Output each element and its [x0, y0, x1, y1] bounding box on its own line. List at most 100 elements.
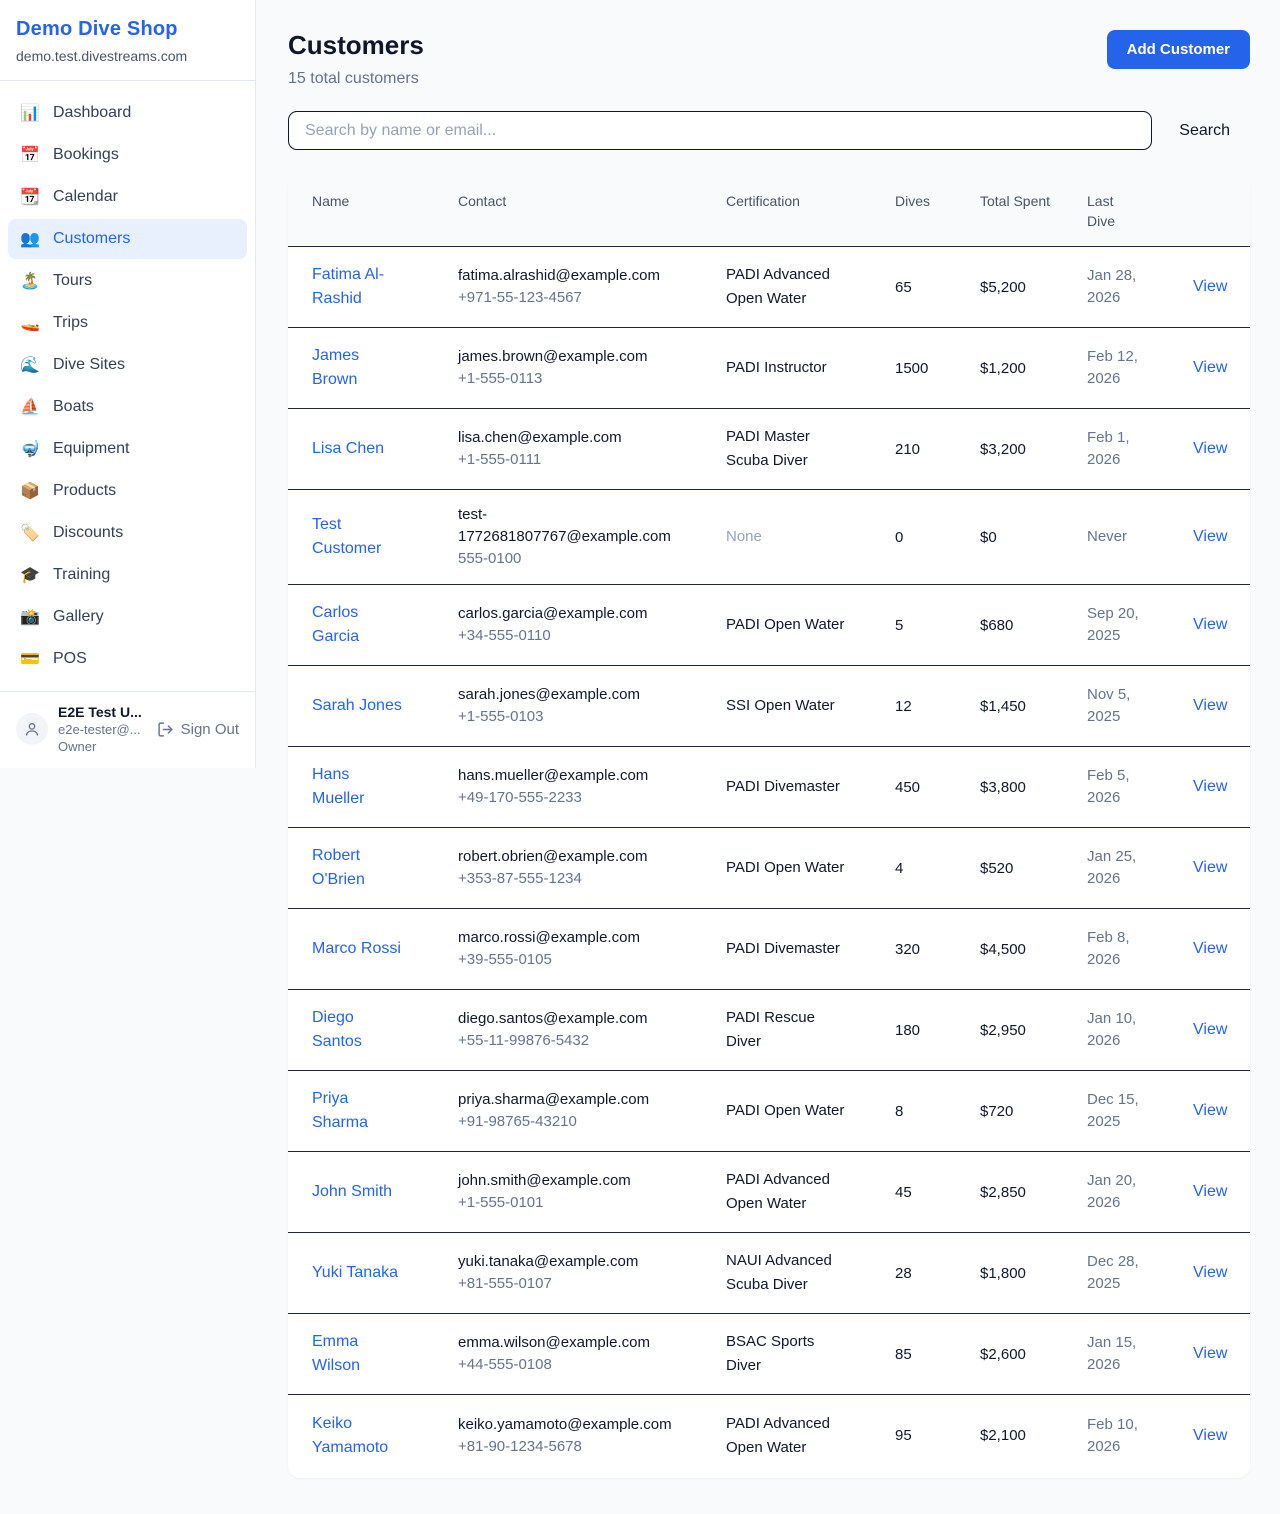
view-customer-link[interactable]: View — [1193, 697, 1227, 714]
add-customer-button[interactable]: Add Customer — [1107, 30, 1250, 69]
customer-phone: +1-555-0111 — [458, 449, 674, 471]
view-customer-link[interactable]: View — [1193, 1021, 1227, 1038]
shop-name: Demo Dive Shop — [16, 18, 239, 41]
sidebar-item-dive-sites[interactable]: 🌊Dive Sites — [8, 345, 247, 385]
customer-total-spent: $2,850 — [980, 1184, 1087, 1201]
sidebar-item-trips[interactable]: 🚤Trips — [8, 303, 247, 343]
sidebar-nav: 📊Dashboard 📅Bookings 📆Calendar 👥Customer… — [0, 81, 255, 691]
user-role: Owner — [58, 739, 147, 754]
customer-name-link[interactable]: Hans Mueller — [312, 763, 458, 811]
customer-email: marco.rossi@example.com — [458, 927, 674, 949]
customer-certification: BSAC Sports Diver — [726, 1330, 895, 1378]
sidebar-item-gallery[interactable]: 📸Gallery — [8, 597, 247, 637]
customer-name-link[interactable]: Diego Santos — [312, 1006, 458, 1054]
customer-name-link[interactable]: Marco Rossi — [312, 937, 458, 961]
sidebar-item-pos[interactable]: 💳POS — [8, 639, 247, 679]
view-customer-link[interactable]: View — [1193, 778, 1227, 795]
column-header-dives: Dives — [895, 191, 980, 211]
view-customer-link[interactable]: View — [1193, 1345, 1227, 1362]
sidebar-item-dashboard[interactable]: 📊Dashboard — [8, 93, 247, 133]
diving-mask-icon: 🤿 — [20, 439, 40, 459]
customer-total-spent: $0 — [980, 529, 1087, 546]
customer-name-link[interactable]: John Smith — [312, 1180, 458, 1204]
page-header: Customers 15 total customers Add Custome… — [288, 30, 1250, 88]
customer-name-link[interactable]: Yuki Tanaka — [312, 1261, 458, 1285]
customer-phone: +81-90-1234-5678 — [458, 1436, 674, 1458]
customer-certification: PADI Advanced Open Water — [726, 263, 895, 311]
table-row: Diego Santos diego.santos@example.com+55… — [288, 990, 1250, 1071]
sign-out-button[interactable]: Sign Out — [157, 721, 239, 738]
customer-dives: 45 — [895, 1184, 980, 1201]
sidebar-item-training[interactable]: 🎓Training — [8, 555, 247, 595]
customer-email: yuki.tanaka@example.com — [458, 1251, 674, 1273]
column-header-last-dive: Last Dive — [1087, 191, 1193, 231]
customer-name-link[interactable]: Priya Sharma — [312, 1087, 458, 1135]
sidebar-item-customers[interactable]: 👥Customers — [8, 219, 247, 259]
sidebar-item-label: Bookings — [53, 146, 119, 164]
customers-table: Name Contact Certification Dives Total S… — [288, 176, 1250, 1478]
sidebar-item-label: Customers — [53, 230, 130, 248]
customer-certification: PADI Rescue Diver — [726, 1006, 895, 1054]
customer-total-spent: $1,450 — [980, 698, 1087, 715]
view-customer-link[interactable]: View — [1193, 528, 1227, 545]
search-button[interactable]: Search — [1179, 122, 1230, 140]
sidebar-item-calendar[interactable]: 📆Calendar — [8, 177, 247, 217]
customer-total-spent: $4,500 — [980, 941, 1087, 958]
customer-last-dive: Feb 8, 2026 — [1087, 927, 1193, 971]
sidebar-item-label: Trips — [53, 314, 88, 332]
customer-name-link[interactable]: James Brown — [312, 344, 458, 392]
view-customer-link[interactable]: View — [1193, 1183, 1227, 1200]
view-customer-link[interactable]: View — [1193, 616, 1227, 633]
view-customer-link[interactable]: View — [1193, 359, 1227, 376]
table-row: Hans Mueller hans.mueller@example.com+49… — [288, 747, 1250, 828]
customer-name-link[interactable]: Test Customer — [312, 513, 458, 561]
customer-name-link[interactable]: Sarah Jones — [312, 694, 458, 718]
customer-dives: 8 — [895, 1103, 980, 1120]
customer-phone: +971-55-123-4567 — [458, 287, 674, 309]
customer-dives: 0 — [895, 529, 980, 546]
avatar — [16, 713, 48, 745]
calendar-icon: 📆 — [20, 187, 40, 207]
customer-total-spent: $1,800 — [980, 1265, 1087, 1282]
sidebar-item-label: Products — [53, 482, 116, 500]
customer-certification: PADI Advanced Open Water — [726, 1412, 895, 1460]
sidebar-header: Demo Dive Shop demo.test.divestreams.com — [0, 0, 255, 81]
view-customer-link[interactable]: View — [1193, 859, 1227, 876]
customer-phone: 555-0100 — [458, 548, 674, 570]
customer-certification: PADI Divemaster — [726, 775, 895, 799]
view-customer-link[interactable]: View — [1193, 278, 1227, 295]
view-customer-link[interactable]: View — [1193, 1264, 1227, 1281]
customer-dives: 210 — [895, 441, 980, 458]
customer-certification: PADI Divemaster — [726, 937, 895, 961]
sidebar-item-discounts[interactable]: 🏷️Discounts — [8, 513, 247, 553]
customer-name-link[interactable]: Robert O'Brien — [312, 844, 458, 892]
sidebar-item-products[interactable]: 📦 Products — [8, 471, 247, 511]
sidebar-item-tours[interactable]: 🏝️Tours — [8, 261, 247, 301]
table-header-row: Name Contact Certification Dives Total S… — [288, 176, 1250, 247]
package-icon: 📦 — [20, 481, 40, 501]
view-customer-link[interactable]: View — [1193, 1102, 1227, 1119]
customer-name-link[interactable]: Carlos Garcia — [312, 601, 458, 649]
sidebar-item-equipment[interactable]: 🤿Equipment — [8, 429, 247, 469]
customer-phone: +39-555-0105 — [458, 949, 674, 971]
view-customer-link[interactable]: View — [1193, 1427, 1227, 1444]
customer-name-link[interactable]: Keiko Yamamoto — [312, 1412, 458, 1460]
sidebar-item-boats[interactable]: ⛵Boats — [8, 387, 247, 427]
customer-total-spent: $520 — [980, 860, 1087, 877]
sign-out-icon — [157, 721, 174, 738]
sidebar-item-bookings[interactable]: 📅Bookings — [8, 135, 247, 175]
customer-name-link[interactable]: Fatima Al-Rashid — [312, 263, 458, 311]
customer-last-dive: Jan 25, 2026 — [1087, 846, 1193, 890]
customer-name-link[interactable]: Emma Wilson — [312, 1330, 458, 1378]
view-customer-link[interactable]: View — [1193, 440, 1227, 457]
customer-email: james.brown@example.com — [458, 346, 674, 368]
customer-email: sarah.jones@example.com — [458, 684, 674, 706]
customer-total-spent: $680 — [980, 617, 1087, 634]
view-customer-link[interactable]: View — [1193, 940, 1227, 957]
customer-total-spent: $5,200 — [980, 279, 1087, 296]
customer-name-link[interactable]: Lisa Chen — [312, 437, 458, 461]
customer-phone: +49-170-555-2233 — [458, 787, 674, 809]
search-input[interactable] — [288, 111, 1152, 150]
customer-total-spent: $2,950 — [980, 1022, 1087, 1039]
island-icon: 🏝️ — [20, 271, 40, 291]
